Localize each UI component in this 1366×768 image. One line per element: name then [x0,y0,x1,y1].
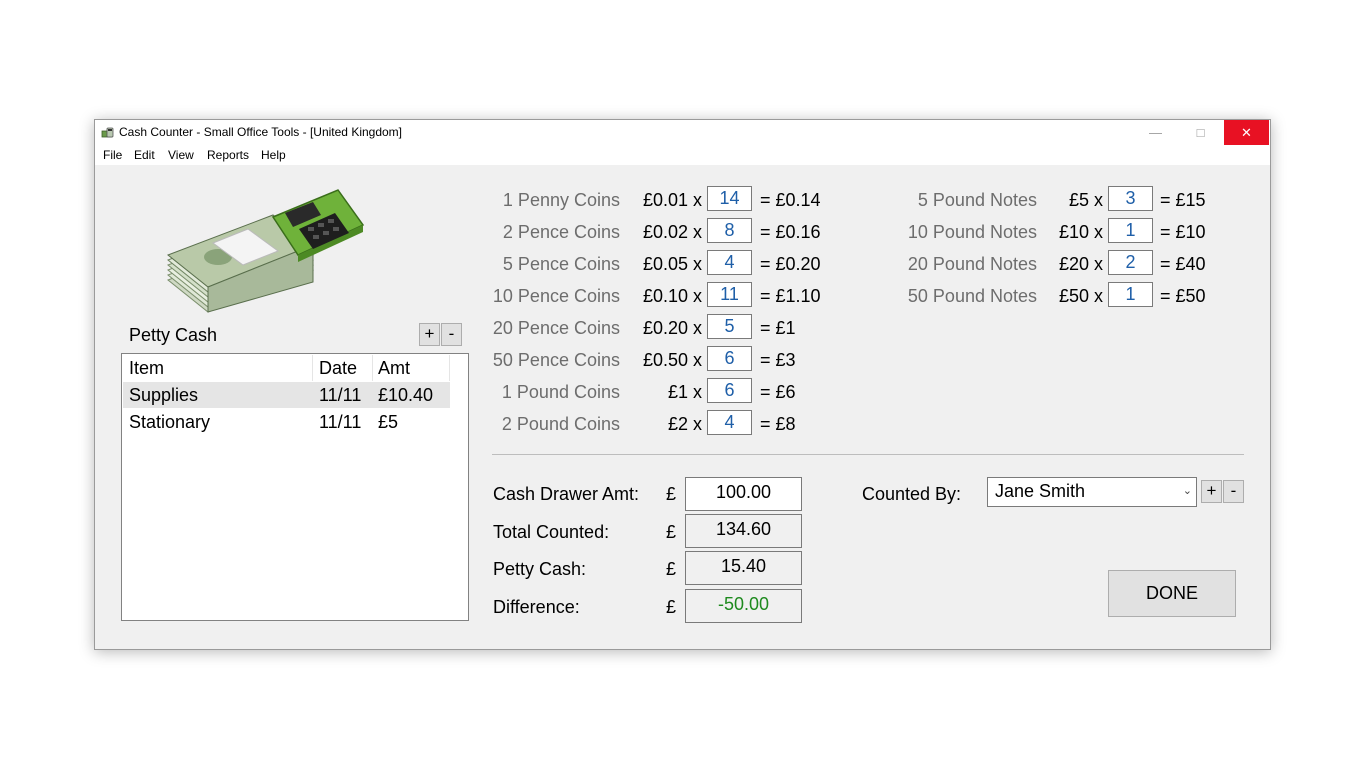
currency-symbol: £ [666,597,677,617]
item-date: 11/11 [319,412,362,432]
app-window: Cash Counter - Small Office Tools - [Uni… [94,119,1271,650]
denomination-total: = £10 [1160,222,1206,242]
coin-quantity-input[interactable]: 6 [707,378,752,403]
denomination-label: 20 Pence Coins [492,318,620,338]
petty-cash-add-button[interactable]: + [419,323,440,346]
denomination-total: = £0.16 [760,222,821,242]
denomination-value: £10 x [1058,222,1103,242]
menu-help[interactable]: Help [261,148,286,162]
denomination-label: 50 Pence Coins [492,350,620,370]
denomination-total: = £0.20 [760,254,821,274]
denomination-total: = £1 [760,318,796,338]
menu-reports[interactable]: Reports [207,148,249,162]
denomination-total: = £6 [760,382,796,402]
title-bar[interactable]: Cash Counter - Small Office Tools - [Uni… [95,120,1270,145]
cash-calculator-logo-icon [167,189,365,313]
chevron-down-icon[interactable]: ⌄ [1183,484,1192,497]
petty-cash-remove-button[interactable]: - [441,323,462,346]
coin-quantity-input[interactable]: 8 [707,218,752,243]
denomination-value: £0.01 x [642,190,702,210]
coin-quantity-input[interactable]: 14 [707,186,752,211]
note-quantity-input[interactable]: 3 [1108,186,1153,211]
counted-by-add-button[interactable]: + [1201,480,1222,503]
menu-edit[interactable]: Edit [134,148,155,162]
counted-by-label: Counted By: [862,484,962,504]
denomination-value: £0.50 x [642,350,702,370]
menu-bar: File Edit View Reports Help [95,145,1270,165]
denomination-value: £0.02 x [642,222,702,242]
difference-value: -50.00 [685,589,802,623]
cash-drawer-label: Cash Drawer Amt: [493,484,640,504]
denomination-label: 20 Pound Notes [907,254,1037,274]
denomination-value: £50 x [1058,286,1103,306]
item-date: 11/11 [319,385,362,405]
denomination-total: = £8 [760,414,796,434]
counted-by-select[interactable]: Jane Smith ⌄ [987,477,1197,507]
menu-file[interactable]: File [103,148,122,162]
menu-view[interactable]: View [168,148,194,162]
list-header: Item Date Amt [123,355,450,381]
petty-cash-total-value: 15.40 [685,551,802,585]
denomination-value: £1 x [667,382,702,402]
denomination-value: £2 x [667,414,702,434]
item-name: Supplies [129,385,199,405]
coin-quantity-input[interactable]: 5 [707,314,752,339]
petty-cash-total-label: Petty Cash: [493,559,587,579]
note-quantity-input[interactable]: 1 [1108,282,1153,307]
coin-quantity-input[interactable]: 11 [707,282,752,307]
denomination-value: £0.05 x [642,254,702,274]
denomination-total: = £3 [760,350,796,370]
denomination-label: 2 Pound Coins [501,414,620,434]
done-button[interactable]: DONE [1108,570,1236,617]
maximize-button[interactable]: □ [1178,120,1223,145]
denomination-label: 50 Pound Notes [907,286,1037,306]
counted-by-value: Jane Smith [995,481,1086,501]
item-name: Stationary [129,412,211,432]
coin-quantity-input[interactable]: 4 [707,250,752,275]
item-amount: £10.40 [378,385,434,405]
denomination-value: £20 x [1058,254,1103,274]
list-item[interactable]: Supplies 11/11 £10.40 [123,382,450,408]
denomination-label: 10 Pound Notes [907,222,1037,242]
denomination-total: = £1.10 [760,286,821,306]
item-amount: £5 [378,412,399,432]
cash-drawer-input[interactable]: 100.00 [685,477,802,511]
denomination-value: £0.20 x [642,318,702,338]
currency-symbol: £ [666,522,677,542]
denomination-label: 2 Pence Coins [502,222,620,242]
list-item[interactable]: Stationary 11/11 £5 [123,409,450,435]
note-quantity-input[interactable]: 2 [1108,250,1153,275]
difference-label: Difference: [493,597,580,617]
petty-cash-list[interactable]: Item Date Amt Supplies 11/11 £10.40 Stat… [121,353,469,621]
denomination-total: = £50 [1160,286,1206,306]
minimize-button[interactable]: — [1133,120,1178,145]
column-header-amt[interactable]: Amt [378,355,450,381]
petty-cash-label: Petty Cash [129,325,218,345]
denomination-label: 5 Pound Notes [917,190,1037,210]
app-icon [101,127,114,138]
currency-symbol: £ [666,559,677,579]
coin-quantity-input[interactable]: 6 [707,346,752,371]
counted-by-remove-button[interactable]: - [1223,480,1244,503]
total-counted-label: Total Counted: [493,522,610,542]
close-button[interactable]: ✕ [1224,120,1269,145]
note-quantity-input[interactable]: 1 [1108,218,1153,243]
currency-symbol: £ [666,484,677,504]
denomination-total: = £40 [1160,254,1206,274]
denomination-label: 1 Pound Coins [501,382,620,402]
total-counted-value: 134.60 [685,514,802,548]
window-title: Cash Counter - Small Office Tools - [Uni… [119,125,403,139]
column-header-item[interactable]: Item [129,355,313,381]
denomination-label: 5 Pence Coins [502,254,620,274]
section-divider [492,454,1244,455]
column-header-date[interactable]: Date [319,355,373,381]
denomination-value: £5 x [1068,190,1103,210]
denomination-label: 10 Pence Coins [492,286,620,306]
denomination-label: 1 Penny Coins [502,190,620,210]
coin-quantity-input[interactable]: 4 [707,410,752,435]
denomination-value: £0.10 x [642,286,702,306]
denomination-total: = £15 [1160,190,1206,210]
denomination-total: = £0.14 [760,190,821,210]
